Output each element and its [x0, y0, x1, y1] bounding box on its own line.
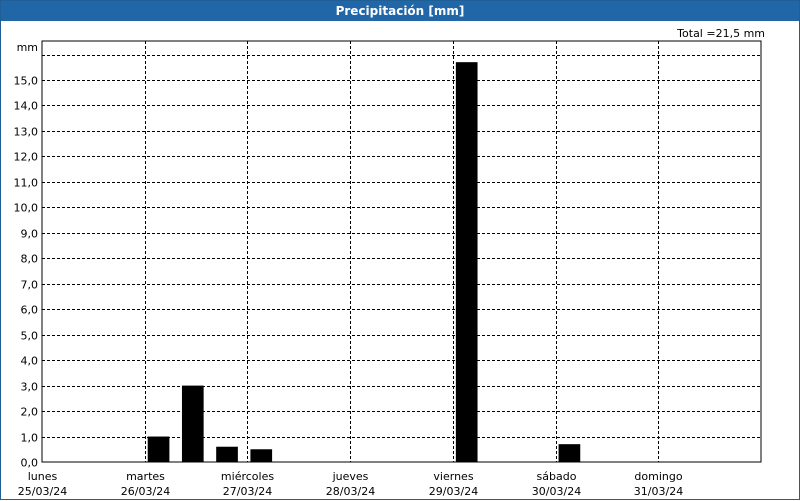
y-tick-label: 0,0: [21, 457, 39, 470]
precipitation-bar: [181, 385, 204, 462]
y-tick-label: 8,0: [21, 253, 39, 266]
precipitation-bar: [455, 62, 478, 462]
x-tick-day: viernes: [433, 470, 473, 483]
plot-area: [41, 40, 762, 463]
y-tick-label: 7,0: [21, 279, 39, 292]
y-tick-label: 12,0: [14, 151, 39, 164]
y-tick-label: 9,0: [21, 228, 39, 241]
y-tick-label: 13,0: [14, 126, 39, 139]
y-tick-label: 10,0: [14, 202, 39, 215]
x-tick-day: jueves: [332, 470, 369, 483]
x-tick-date: 29/03/24: [429, 485, 478, 498]
x-tick-day: lunes: [28, 470, 58, 483]
x-tick-date: 28/03/24: [326, 485, 375, 498]
y-tick-label: 3,0: [21, 381, 39, 394]
precipitation-bar: [147, 436, 170, 462]
x-tick-date: 26/03/24: [121, 485, 170, 498]
precipitation-bar: [216, 446, 238, 462]
y-tick-label: 11,0: [14, 177, 39, 190]
y-axis-label: mm: [17, 41, 38, 54]
x-tick-date: 30/03/24: [532, 485, 581, 498]
chart-window: Precipitación [mm] Total =21,5 mm 0,0 1,0…: [0, 0, 800, 500]
precipitation-bar: [250, 449, 273, 462]
x-tick-date: 25/03/24: [18, 485, 67, 498]
x-tick-day: martes: [126, 470, 165, 483]
y-tick-label: 4,0: [21, 355, 39, 368]
x-tick-date: 27/03/24: [223, 485, 272, 498]
y-tick-label: 14,0: [14, 100, 39, 113]
x-tick-day: domingo: [634, 470, 682, 483]
precipitation-bar: [558, 444, 581, 462]
x-tick-day: sábado: [537, 470, 577, 483]
y-tick-label: 1,0: [21, 432, 39, 445]
x-tick-day: miércoles: [221, 470, 274, 483]
y-tick-label: 2,0: [21, 406, 39, 419]
y-tick-label: 6,0: [21, 304, 39, 317]
y-tick-label: 15,0: [14, 75, 39, 88]
x-tick-date: 31/03/24: [634, 485, 683, 498]
y-tick-label: 5,0: [21, 330, 39, 343]
precipitation-chart: 0,0 1,0 2,0 3,0 4,0 5,0 6,0 7,0 8,0 9,0 10,0 11,0 12…: [14, 40, 762, 498]
